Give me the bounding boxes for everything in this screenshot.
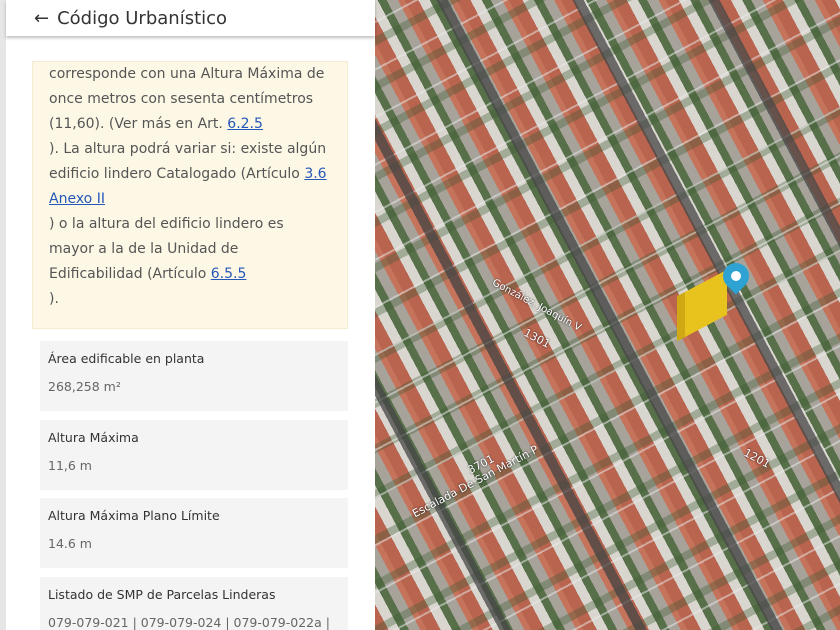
note-text: ) o la altura del edificio lindero es ma…: [49, 216, 284, 282]
card-label: Área edificable en planta: [48, 351, 205, 366]
note-text: corresponde con una Altura Máxima de onc…: [49, 66, 325, 132]
info-card-smp: Listado de SMP de Parcelas Linderas 079-0…: [40, 577, 348, 630]
street-label: González, Joaquín V: [490, 277, 583, 334]
card-value: 11,6 m: [48, 458, 92, 473]
arrow-left-icon[interactable]: ←: [34, 8, 49, 29]
street-label: Escalada De San Martín P: [410, 442, 541, 521]
card-label: Altura Máxima: [48, 430, 139, 445]
card-value: 268,258 m²: [48, 379, 121, 394]
street-label: 1201: [741, 446, 773, 471]
info-card-plano-limite: Altura Máxima Plano Límite 14.6 m: [40, 498, 348, 568]
card-label: Listado de SMP de Parcelas Linderas: [48, 587, 276, 602]
link-art-6-5-5[interactable]: 6.5.5: [211, 266, 247, 282]
panel-header: ← Código Urbanístico: [6, 0, 375, 36]
card-label: Altura Máxima Plano Límite: [48, 508, 220, 523]
card-value: 079-079-021 | 079-079-024 | 079-079-022a…: [48, 615, 330, 630]
side-panel: ← Código Urbanístico corresponde con una…: [0, 0, 375, 630]
info-card-area: Área edificable en planta 268,258 m²: [40, 341, 348, 411]
note-text: ).: [49, 291, 59, 307]
map-3d[interactable]: Escalada De San Martín P 3701 1201 1301 …: [375, 0, 840, 630]
card-value: 14.6 m: [48, 536, 92, 551]
note-text: ). La altura podrá variar si: existe alg…: [49, 141, 327, 182]
link-art-6-2-5[interactable]: 6.2.5: [227, 116, 263, 132]
panel-title: Código Urbanístico: [57, 7, 228, 29]
info-card-altura: Altura Máxima 11,6 m: [40, 420, 348, 490]
street-label: 1301: [521, 326, 553, 351]
height-note: corresponde con una Altura Máxima de onc…: [32, 61, 348, 329]
